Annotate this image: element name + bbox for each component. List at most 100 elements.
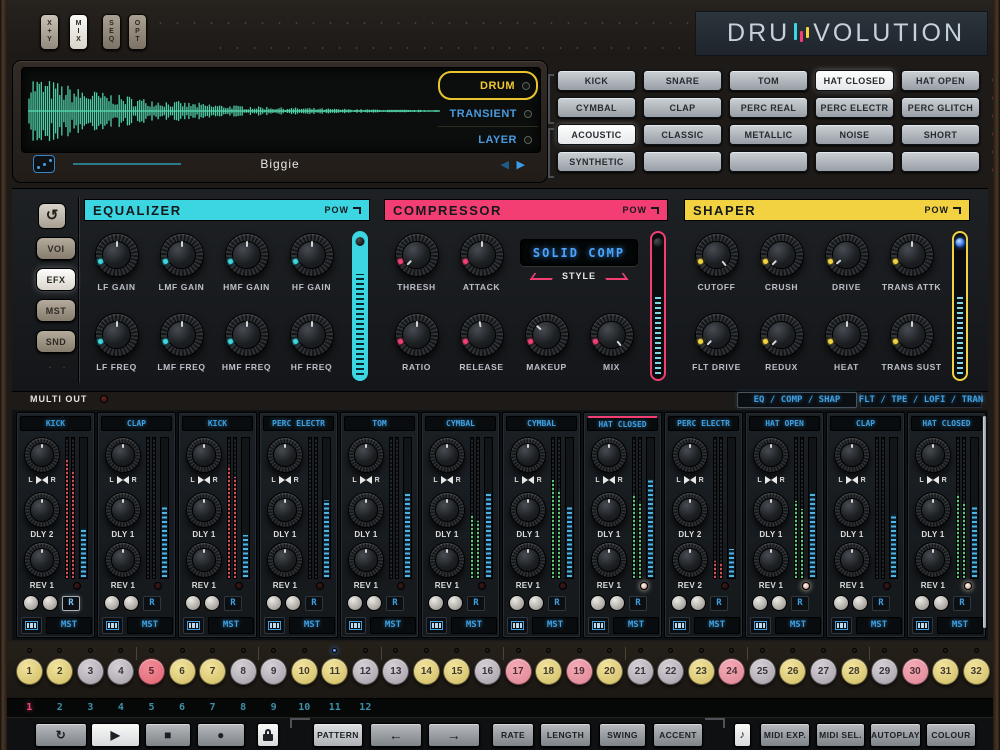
- knob[interactable]: [672, 542, 708, 578]
- channel-name-display[interactable]: HAT CLOSED: [587, 416, 658, 431]
- sample-tab-drum[interactable]: DRUM: [438, 71, 538, 100]
- channel-round-button-1[interactable]: [347, 595, 363, 611]
- mixer-tab-flt-tpe-lofi-tran[interactable]: FLT / TPE / LOFI / TRAN: [860, 392, 982, 408]
- knob[interactable]: [95, 233, 139, 277]
- category-button-empty[interactable]: [729, 151, 808, 172]
- category-button-short[interactable]: SHORT: [901, 124, 980, 145]
- channel-name-display[interactable]: CYMBAL: [425, 416, 496, 431]
- knob[interactable]: [290, 313, 334, 357]
- keyboard-icon[interactable]: [669, 617, 690, 634]
- knob[interactable]: [591, 437, 627, 473]
- channel-round-button-1[interactable]: [833, 595, 849, 611]
- category-button-hat-open[interactable]: HAT OPEN: [901, 70, 980, 91]
- knob[interactable]: [695, 233, 739, 277]
- keyboard-icon[interactable]: [345, 617, 366, 634]
- seq-mode-swing-button[interactable]: SWING: [599, 723, 646, 747]
- step-pad-22[interactable]: 22: [657, 658, 684, 685]
- step-pad-16[interactable]: 16: [474, 658, 501, 685]
- knob[interactable]: [915, 492, 951, 528]
- mixer-tab-eq-comp-shap[interactable]: EQ / COMP / SHAP: [737, 392, 857, 408]
- knob[interactable]: [105, 437, 141, 473]
- channel-round-button-2[interactable]: [42, 595, 58, 611]
- knob[interactable]: [395, 233, 439, 277]
- keyboard-icon[interactable]: [21, 617, 42, 634]
- autoplay-button[interactable]: AUTOPLAY: [870, 723, 921, 747]
- pan-indicator[interactable]: LR: [748, 476, 794, 484]
- channel-round-button-2[interactable]: [123, 595, 139, 611]
- pan-indicator[interactable]: LR: [910, 476, 956, 484]
- channel-r-button[interactable]: R: [629, 596, 647, 611]
- step-pad-7[interactable]: 7: [199, 658, 226, 685]
- knob[interactable]: [395, 313, 439, 357]
- step-pad-11[interactable]: 11: [321, 658, 348, 685]
- step-pad-24[interactable]: 24: [718, 658, 745, 685]
- channel-r-button[interactable]: R: [62, 596, 80, 611]
- step-pad-21[interactable]: 21: [627, 658, 654, 685]
- channel-round-button-2[interactable]: [852, 595, 868, 611]
- midi-exp-button[interactable]: MIDI EXP.: [760, 723, 810, 747]
- pattern-prev-button[interactable]: ←: [370, 723, 422, 747]
- channel-round-button-1[interactable]: [266, 595, 282, 611]
- knob[interactable]: [695, 313, 739, 357]
- pattern-button[interactable]: PATTERN: [313, 723, 363, 747]
- keyboard-icon[interactable]: [426, 617, 447, 634]
- category-button-acoustic[interactable]: ACOUSTIC: [557, 124, 636, 145]
- channel-r-button[interactable]: R: [548, 596, 566, 611]
- fx-fader[interactable]: [952, 231, 968, 381]
- knob[interactable]: [290, 233, 334, 277]
- fx-fader[interactable]: [650, 231, 666, 381]
- seq-mode-rate-button[interactable]: RATE: [492, 723, 534, 747]
- side-nav-voi[interactable]: VOI: [36, 237, 76, 260]
- knob[interactable]: [890, 313, 934, 357]
- step-pad-14[interactable]: 14: [413, 658, 440, 685]
- knob[interactable]: [591, 492, 627, 528]
- knob[interactable]: [590, 313, 634, 357]
- channel-round-button-1[interactable]: [671, 595, 687, 611]
- knob[interactable]: [915, 437, 951, 473]
- channel-output-display[interactable]: MST: [532, 617, 578, 634]
- pan-indicator[interactable]: LR: [19, 476, 65, 484]
- knob[interactable]: [834, 492, 870, 528]
- knob[interactable]: [348, 492, 384, 528]
- fader-thumb[interactable]: [654, 238, 663, 247]
- channel-round-button-2[interactable]: [771, 595, 787, 611]
- pan-indicator[interactable]: LR: [262, 476, 308, 484]
- knob[interactable]: [105, 492, 141, 528]
- step-pad-12[interactable]: 12: [352, 658, 379, 685]
- knob[interactable]: [24, 542, 60, 578]
- knob[interactable]: [160, 233, 204, 277]
- keyboard-icon[interactable]: [750, 617, 771, 634]
- mixer-scrollbar[interactable]: [983, 416, 986, 628]
- play-button[interactable]: ▶: [91, 723, 140, 747]
- knob[interactable]: [160, 313, 204, 357]
- knob[interactable]: [105, 542, 141, 578]
- channel-output-display[interactable]: MST: [370, 617, 416, 634]
- stop-button[interactable]: ■: [145, 723, 191, 747]
- side-nav-mst[interactable]: MST: [36, 299, 76, 322]
- channel-output-display[interactable]: MST: [856, 617, 902, 634]
- sample-tab-layer[interactable]: LAYER: [438, 127, 538, 152]
- channel-name-display[interactable]: CYMBAL: [506, 416, 577, 431]
- channel-round-button-2[interactable]: [528, 595, 544, 611]
- category-button-empty[interactable]: [815, 151, 894, 172]
- channel-r-button[interactable]: R: [143, 596, 161, 611]
- pan-indicator[interactable]: LR: [505, 476, 551, 484]
- pan-indicator[interactable]: LR: [424, 476, 470, 484]
- step-pad-1[interactable]: 1: [16, 658, 43, 685]
- top-nav-seq[interactable]: SEQ: [102, 14, 121, 50]
- step-pad-20[interactable]: 20: [596, 658, 623, 685]
- category-button-empty[interactable]: [901, 151, 980, 172]
- pan-indicator[interactable]: LR: [343, 476, 389, 484]
- knob[interactable]: [267, 437, 303, 473]
- top-nav-x-y[interactable]: X+Y: [40, 14, 59, 50]
- step-pad-27[interactable]: 27: [810, 658, 837, 685]
- loop-button[interactable]: ↻: [35, 723, 87, 747]
- step-pad-31[interactable]: 31: [932, 658, 959, 685]
- sample-name[interactable]: Biggie: [21, 157, 539, 171]
- side-nav-efx[interactable]: EFX: [36, 268, 76, 291]
- keyboard-icon[interactable]: [102, 617, 123, 634]
- power-switch[interactable]: POW: [623, 205, 660, 215]
- channel-r-button[interactable]: R: [386, 596, 404, 611]
- step-pad-17[interactable]: 17: [505, 658, 532, 685]
- keyboard-icon[interactable]: [264, 617, 285, 634]
